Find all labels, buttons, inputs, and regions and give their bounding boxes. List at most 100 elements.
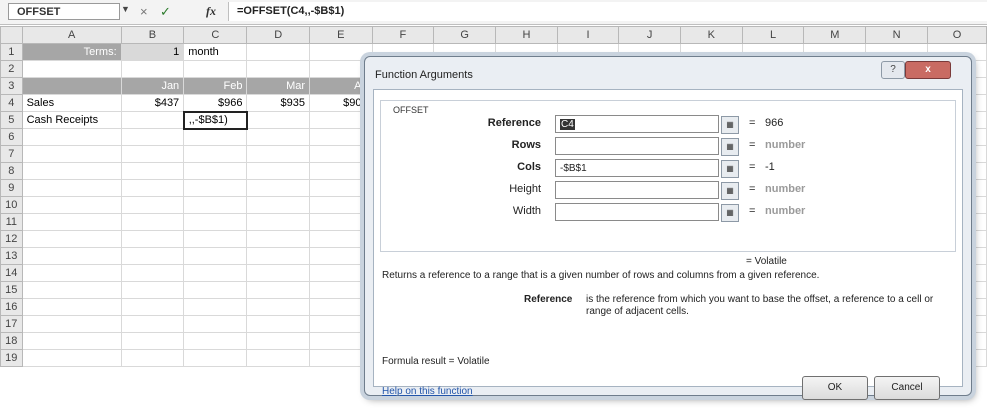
cell-a12[interactable] — [21, 230, 122, 248]
cell-c14[interactable] — [183, 264, 248, 282]
arg-input-reference[interactable]: C4 — [555, 115, 719, 133]
row-header-9[interactable]: 9 — [0, 179, 23, 197]
collapse-dialog-icon[interactable]: ▦ — [721, 116, 739, 134]
cell-e4[interactable]: $906 — [309, 94, 373, 112]
cell-c9[interactable] — [183, 179, 248, 197]
cell-a16[interactable] — [21, 298, 122, 316]
cell-b16[interactable] — [120, 298, 185, 316]
cell-c4[interactable]: $966 — [183, 94, 248, 112]
collapse-dialog-icon[interactable]: ▦ — [721, 182, 739, 200]
cell-e3[interactable]: Ap — [309, 77, 373, 95]
row-header-15[interactable]: 15 — [0, 281, 23, 299]
cancel-entry-icon[interactable]: × — [140, 3, 148, 20]
collapse-dialog-icon[interactable]: ▦ — [721, 138, 739, 156]
row-header-18[interactable]: 18 — [0, 332, 23, 350]
cell-b5[interactable] — [120, 111, 185, 129]
cell-a17[interactable] — [21, 315, 122, 333]
cell-b14[interactable] — [120, 264, 185, 282]
cell-c13[interactable] — [183, 247, 248, 265]
row-header-3[interactable]: 3 — [0, 77, 23, 95]
column-header-d[interactable]: D — [246, 26, 311, 44]
cell-d8[interactable] — [246, 162, 311, 180]
row-header-14[interactable]: 14 — [0, 264, 23, 282]
cell-b15[interactable] — [120, 281, 185, 299]
cell-d16[interactable] — [246, 298, 311, 316]
cell-b4[interactable]: $437 — [120, 94, 185, 112]
cell-d1[interactable] — [246, 43, 311, 61]
row-header-7[interactable]: 7 — [0, 145, 23, 163]
cell-a2[interactable] — [21, 60, 122, 78]
cell-d2[interactable] — [246, 60, 311, 78]
cell-e13[interactable] — [309, 247, 373, 265]
column-header-a[interactable]: A — [21, 26, 122, 44]
cell-e17[interactable] — [309, 315, 373, 333]
name-box[interactable]: OFFSET — [8, 3, 120, 20]
name-box-dropdown-icon[interactable]: ▼ — [121, 4, 130, 14]
row-header-2[interactable]: 2 — [0, 60, 23, 78]
cell-a15[interactable] — [21, 281, 122, 299]
cell-e19[interactable] — [309, 349, 373, 367]
cell-c15[interactable] — [183, 281, 248, 299]
arg-input-height[interactable] — [555, 181, 719, 199]
row-header-19[interactable]: 19 — [0, 349, 23, 367]
cell-c8[interactable] — [183, 162, 248, 180]
cell-d13[interactable] — [246, 247, 311, 265]
cell-a11[interactable] — [21, 213, 122, 231]
row-header-13[interactable]: 13 — [0, 247, 23, 265]
close-icon[interactable]: x — [905, 61, 951, 79]
cell-e15[interactable] — [309, 281, 373, 299]
cancel-button[interactable]: Cancel — [874, 376, 940, 400]
cell-c7[interactable] — [183, 145, 248, 163]
cell-a6[interactable] — [21, 128, 122, 146]
cell-a5[interactable]: Cash Receipts — [21, 111, 122, 129]
column-header-b[interactable]: B — [120, 26, 185, 44]
cell-d14[interactable] — [246, 264, 311, 282]
cell-d6[interactable] — [246, 128, 311, 146]
cell-c16[interactable] — [183, 298, 248, 316]
cell-c19[interactable] — [183, 349, 248, 367]
cell-d9[interactable] — [246, 179, 311, 197]
row-header-5[interactable]: 5 — [0, 111, 23, 129]
cell-c17[interactable] — [183, 315, 248, 333]
cell-d10[interactable] — [246, 196, 311, 214]
column-header-n[interactable]: N — [865, 26, 928, 44]
column-header-f[interactable]: F — [371, 26, 435, 44]
cell-b17[interactable] — [120, 315, 185, 333]
cell-b13[interactable] — [120, 247, 185, 265]
cell-b19[interactable] — [120, 349, 185, 367]
cell-d5[interactable] — [246, 111, 311, 129]
cell-e5[interactable] — [309, 111, 373, 129]
cell-e16[interactable] — [309, 298, 373, 316]
column-header-j[interactable]: J — [618, 26, 681, 44]
cell-c1[interactable]: month — [183, 43, 248, 61]
cell-a10[interactable] — [21, 196, 122, 214]
cell-e2[interactable] — [309, 60, 373, 78]
help-icon[interactable]: ? — [881, 61, 905, 79]
cell-d17[interactable] — [246, 315, 311, 333]
cell-a18[interactable] — [21, 332, 122, 350]
cell-c5[interactable]: ,,-$B$1) — [182, 110, 248, 130]
row-header-8[interactable]: 8 — [0, 162, 23, 180]
cell-b3[interactable]: Jan — [120, 77, 185, 95]
cell-d4[interactable]: $935 — [246, 94, 311, 112]
row-header-17[interactable]: 17 — [0, 315, 23, 333]
column-header-l[interactable]: L — [741, 26, 805, 44]
arg-input-rows[interactable] — [555, 137, 719, 155]
column-header-h[interactable]: H — [495, 26, 558, 44]
cell-d18[interactable] — [246, 332, 311, 350]
cell-c12[interactable] — [183, 230, 248, 248]
cell-b1[interactable]: 1 — [120, 43, 185, 61]
cell-e9[interactable] — [309, 179, 373, 197]
cell-a3[interactable] — [21, 77, 122, 95]
cell-b11[interactable] — [120, 213, 185, 231]
collapse-dialog-icon[interactable]: ▦ — [721, 204, 739, 222]
cell-a8[interactable] — [21, 162, 122, 180]
row-header-4[interactable]: 4 — [0, 94, 23, 112]
cell-c3[interactable]: Feb — [183, 77, 248, 95]
cell-c10[interactable] — [183, 196, 248, 214]
row-header-16[interactable]: 16 — [0, 298, 23, 316]
cell-d3[interactable]: Mar — [246, 77, 311, 95]
cell-e11[interactable] — [309, 213, 373, 231]
cell-b2[interactable] — [120, 60, 185, 78]
cell-b18[interactable] — [120, 332, 185, 350]
